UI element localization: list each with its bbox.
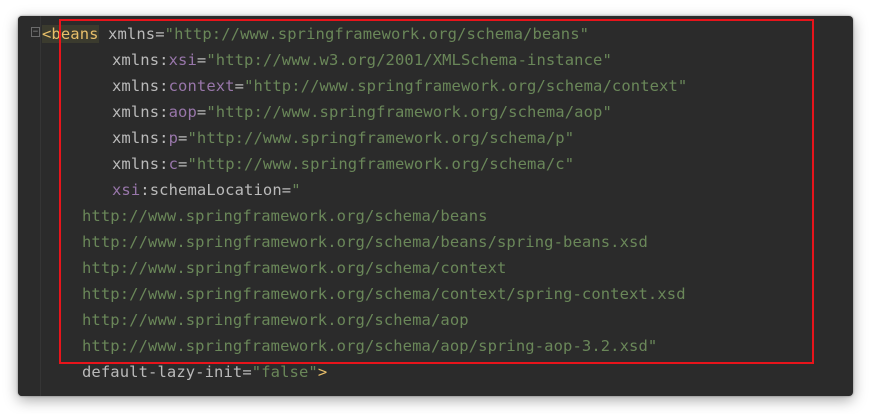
namespace-prefix: context (168, 77, 235, 95)
code-line: <beans xmlns="http://www.springframework… (42, 21, 589, 47)
code-line: http://www.springframework.org/schema/be… (82, 203, 488, 229)
code-line: http://www.springframework.org/schema/ao… (82, 307, 469, 333)
equals-sign: = (281, 181, 292, 199)
schema-url: http://www.springframework.org/schema/be… (82, 233, 648, 251)
code-line: default-lazy-init="false"> (82, 359, 327, 385)
namespace-prefix: c (168, 155, 179, 173)
attribute-name: xmlns: (112, 103, 169, 121)
code-line: xmlns:context="http://www.springframewor… (112, 73, 687, 99)
attribute-value: "http://www.springframework.org/schema/b… (164, 25, 590, 43)
attribute-value: "http://www.springframework.org/schema/c… (244, 77, 688, 95)
attribute-name: default-lazy-init (82, 363, 243, 381)
code-editor[interactable]: − <beans xmlns="http://www.springframewo… (18, 16, 853, 396)
schema-url: http://www.springframework.org/schema/ao… (82, 311, 469, 329)
attribute-name: xmlns: (112, 51, 169, 69)
attribute-value: "http://www.springframework.org/schema/p… (187, 129, 575, 147)
schema-url: http://www.springframework.org/schema/ao… (82, 337, 658, 355)
code-line: http://www.springframework.org/schema/co… (82, 255, 506, 281)
fold-minus-icon[interactable]: − (31, 27, 40, 37)
equals-sign: = (242, 363, 252, 381)
namespace-prefix: xsi (112, 181, 141, 199)
attribute-name: :schemaLocation (140, 181, 282, 199)
attribute-value: "http://www.w3.org/2001/XMLSchema-instan… (206, 51, 612, 69)
beans-open-tag: <beans (42, 25, 99, 43)
tag-close-bracket: > (317, 363, 328, 381)
attribute-name: xmlns (108, 25, 156, 43)
attribute-name: xmlns: (112, 77, 169, 95)
code-line: http://www.springframework.org/schema/ao… (82, 333, 657, 359)
namespace-prefix: aop (168, 103, 197, 121)
code-line: http://www.springframework.org/schema/co… (82, 281, 686, 307)
equals-sign: = (234, 77, 245, 95)
attribute-value: "http://www.springframework.org/schema/a… (206, 103, 612, 121)
gutter-divider (40, 16, 41, 396)
equals-sign: = (155, 25, 165, 43)
attribute-value: "false" (251, 363, 318, 381)
attribute-name: xmlns: (112, 129, 169, 147)
editor-gutter[interactable]: − (18, 16, 42, 396)
code-line: xsi:schemaLocation=" (112, 177, 301, 203)
code-line: http://www.springframework.org/schema/be… (82, 229, 648, 255)
equals-sign: = (196, 103, 207, 121)
attribute-value: " (291, 181, 301, 199)
code-line: xmlns:aop="http://www.springframework.or… (112, 99, 612, 125)
code-line: xmlns:p="http://www.springframework.org/… (112, 125, 574, 151)
namespace-prefix: xsi (168, 51, 197, 69)
code-line: xmlns:xsi="http://www.w3.org/2001/XMLSch… (112, 47, 612, 73)
code-line: xmlns:c="http://www.springframework.org/… (112, 151, 574, 177)
attribute-value: "http://www.springframework.org/schema/c… (187, 155, 575, 173)
namespace-prefix: p (168, 129, 179, 147)
schema-url: http://www.springframework.org/schema/co… (82, 259, 507, 277)
schema-url: http://www.springframework.org/schema/be… (82, 207, 488, 225)
attribute-name: xmlns: (112, 155, 169, 173)
equals-sign: = (196, 51, 207, 69)
schema-url: http://www.springframework.org/schema/co… (82, 285, 686, 303)
